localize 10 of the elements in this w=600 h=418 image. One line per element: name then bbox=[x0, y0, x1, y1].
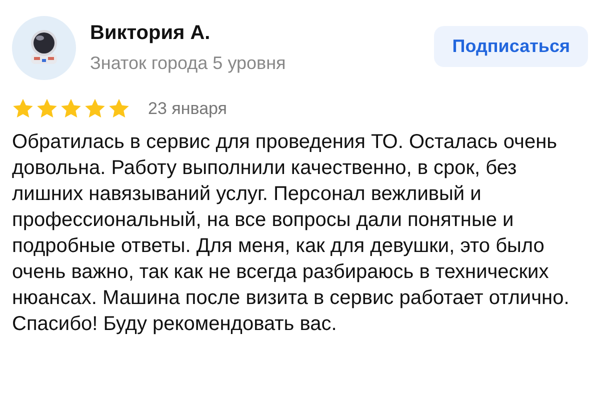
star-icon bbox=[84, 98, 106, 119]
subscribe-button[interactable]: Подписаться bbox=[434, 26, 588, 67]
star-icon bbox=[60, 98, 82, 119]
star-icon bbox=[108, 98, 130, 119]
star-icon bbox=[12, 98, 34, 119]
author-level: Знаток города 5 уровня bbox=[90, 53, 287, 74]
review-date: 23 января bbox=[148, 98, 227, 118]
review-text: Обратилась в сервис для проведения ТО. Осталась очень довольна. Работу выполнили качественно, в срок, без лишних навязываний услуг. Персонал вежливый и профессиональный, на все вопросы дали понятные и подробные ответы. Для меня, как для девушки, это было очень важно, так как не всегда разбираюсь в технических нюансах. Машина после визита в сервис работает отлично. Спасибо! Буду рекомендовать вас. bbox=[12, 130, 570, 337]
star-icon bbox=[36, 98, 58, 119]
author-name: Виктория А. bbox=[90, 22, 212, 45]
